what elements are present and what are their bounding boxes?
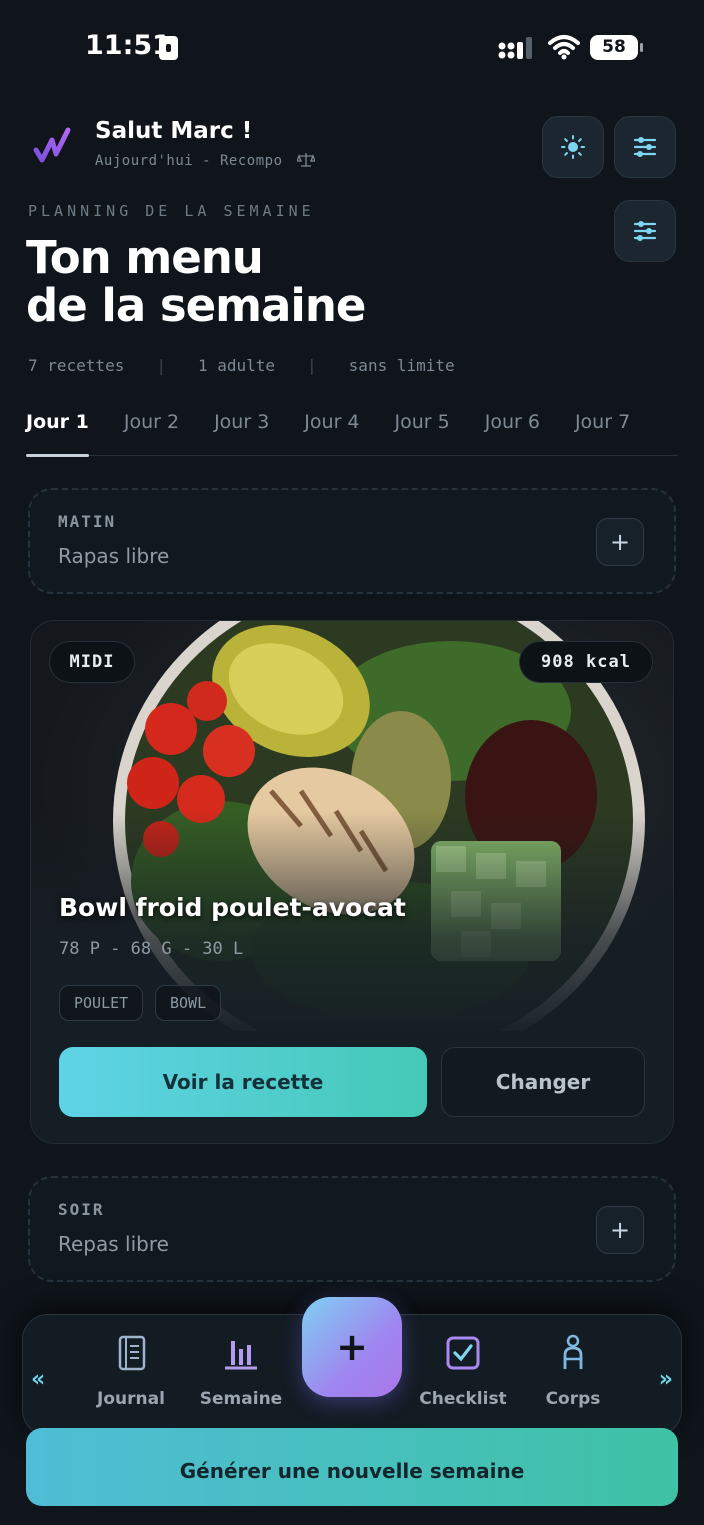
filter-button[interactable]	[614, 200, 676, 262]
recipe-card[interactable]: MIDI 908 kcal Bowl froid poulet-avocat 7…	[30, 620, 674, 1144]
meal-type-badge: MIDI	[49, 641, 135, 683]
status-bar: 11:51 58	[0, 0, 704, 96]
greeting: Salut Marc !	[95, 118, 253, 144]
nav-checklist[interactable]: Checklist	[413, 1333, 513, 1409]
wifi-icon	[548, 35, 580, 60]
nav-semaine[interactable]: Semaine	[191, 1333, 291, 1409]
meal-slot-morning[interactable]: MATIN Rapas libre +	[28, 488, 676, 594]
body-icon	[563, 1334, 583, 1369]
meta-limit: sans limite	[348, 356, 455, 375]
sub-greeting: Aujourd'hui - Recompo	[95, 152, 316, 169]
meal-slot-evening[interactable]: SOIR Repas libre +	[28, 1176, 676, 1282]
slot-value: Repas libre	[58, 1232, 169, 1256]
slot-value: Rapas libre	[58, 544, 170, 568]
generate-week-button[interactable]: Générer une nouvelle semaine	[26, 1428, 678, 1506]
add-fab-button[interactable]: +	[302, 1297, 402, 1397]
recipe-macros: 78 P - 68 G - 30 L	[59, 939, 244, 959]
nav-label: Journal	[97, 1389, 165, 1409]
recipe-tag: BOWL	[155, 985, 222, 1021]
add-meal-button[interactable]: +	[596, 1206, 644, 1254]
lock-icon	[159, 36, 178, 60]
battery-indicator: 58	[590, 35, 643, 60]
nav-scroll-right-button[interactable]: »	[659, 1367, 673, 1392]
tab-day-1[interactable]: Jour 1	[26, 408, 89, 457]
week-meta: 7 recettes | 1 adulte | sans limite	[28, 356, 455, 375]
sub-greeting-text: Aujourd'hui - Recompo	[95, 153, 283, 169]
theme-toggle-button[interactable]	[542, 116, 604, 178]
view-recipe-button[interactable]: Voir la recette	[59, 1047, 427, 1117]
signal-icon	[498, 37, 532, 59]
checkbox-icon	[446, 1336, 480, 1370]
tab-day-5[interactable]: Jour 5	[395, 408, 450, 456]
app-logo-icon	[33, 127, 71, 163]
page-title-line-1: Ton menu	[26, 231, 264, 284]
add-meal-button[interactable]: +	[596, 518, 644, 566]
scale-icon	[297, 153, 316, 167]
nav-scroll-left-button[interactable]: «	[31, 1367, 45, 1392]
nav-corps[interactable]: Corps	[523, 1333, 623, 1409]
calories-badge: 908 kcal	[519, 641, 653, 683]
nav-label: Corps	[545, 1389, 601, 1409]
nav-journal[interactable]: Journal	[81, 1333, 181, 1409]
tab-day-6[interactable]: Jour 6	[485, 408, 540, 456]
recipe-title: Bowl froid poulet-avocat	[59, 893, 406, 922]
meta-divider: |	[156, 356, 166, 375]
nav-label: Semaine	[199, 1389, 283, 1409]
tab-day-4[interactable]: Jour 4	[304, 408, 359, 456]
sliders-icon	[633, 137, 657, 157]
meta-people: 1 adulte	[197, 356, 276, 375]
tab-day-2[interactable]: Jour 2	[124, 408, 179, 456]
day-tabs: Jour 1 Jour 2 Jour 3 Jour 4 Jour 5 Jour …	[26, 408, 678, 457]
meta-divider: |	[307, 356, 317, 375]
tab-day-3[interactable]: Jour 3	[214, 408, 269, 456]
settings-button[interactable]	[614, 116, 676, 178]
recipe-tag: POULET	[59, 985, 144, 1021]
change-recipe-button[interactable]: Changer	[441, 1047, 645, 1117]
slot-label: MATIN	[58, 512, 117, 531]
sun-icon	[561, 135, 585, 159]
section-eyebrow: PLANNING DE LA SEMAINE	[28, 202, 315, 220]
journal-icon	[118, 1335, 146, 1371]
tab-day-7[interactable]: Jour 7	[575, 408, 630, 456]
page-title: Ton menu de la semaine	[26, 231, 366, 332]
nav-label: Checklist	[419, 1389, 507, 1409]
bar-chart-icon	[225, 1341, 257, 1370]
slot-label: SOIR	[58, 1200, 105, 1219]
meta-recipes: 7 recettes	[28, 356, 125, 375]
page-title-line-2: de la semaine	[26, 279, 366, 332]
sliders-icon	[633, 221, 657, 241]
